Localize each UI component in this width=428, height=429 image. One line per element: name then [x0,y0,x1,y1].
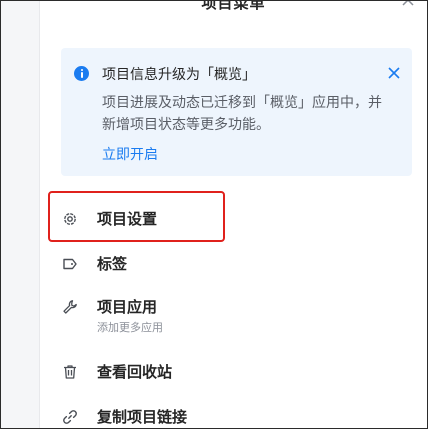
menu-item-recycle-bin[interactable]: 查看回收站 [62,357,417,387]
menu-item-project-settings[interactable]: 项目设置 [62,204,417,234]
info-icon [74,66,89,81]
tag-icon [63,258,77,270]
banner-title: 项目信息升级为「概览」 [102,67,256,83]
menu-item-copy-link[interactable]: 复制项目链接 [62,402,417,428]
menu-item-label: 项目应用 [97,298,158,316]
gear-icon [64,213,76,225]
menu-item-label: 查看回收站 [97,363,173,381]
menu-item-label: 项目设置 [97,210,158,228]
screenshot-frame: 项目菜单 项目信息升级为「概览」 项目进展及动态已迁移到「概览」应用中，并新增项… [0,0,428,429]
menu-item-sublabel: 添加更多应用 [97,321,163,334]
link-icon [63,410,77,424]
project-menu-panel: 项目菜单 项目信息升级为「概览」 项目进展及动态已迁移到「概览」应用中，并新增项… [40,1,427,428]
panel-title: 项目菜单 [201,0,266,12]
enable-now-link[interactable]: 立即开启 [102,144,158,164]
wrench-icon [63,300,77,314]
menu-item-label: 标签 [97,255,128,273]
banner-close-icon[interactable] [388,67,400,79]
left-sidebar-strip [1,1,40,428]
panel-close-icon[interactable] [401,0,415,7]
menu-item-tags[interactable]: 标签 [62,249,417,279]
menu-item-project-apps[interactable]: 项目应用 添加更多应用 [62,292,417,340]
banner-description: 项目进展及动态已迁移到「概览」应用中，并新增项目状态等更多功能。 [102,95,382,133]
trash-icon [64,365,76,379]
menu-item-label: 复制项目链接 [97,408,188,426]
upgrade-banner: 项目信息升级为「概览」 项目进展及动态已迁移到「概览」应用中，并新增项目状态等更… [61,48,412,176]
